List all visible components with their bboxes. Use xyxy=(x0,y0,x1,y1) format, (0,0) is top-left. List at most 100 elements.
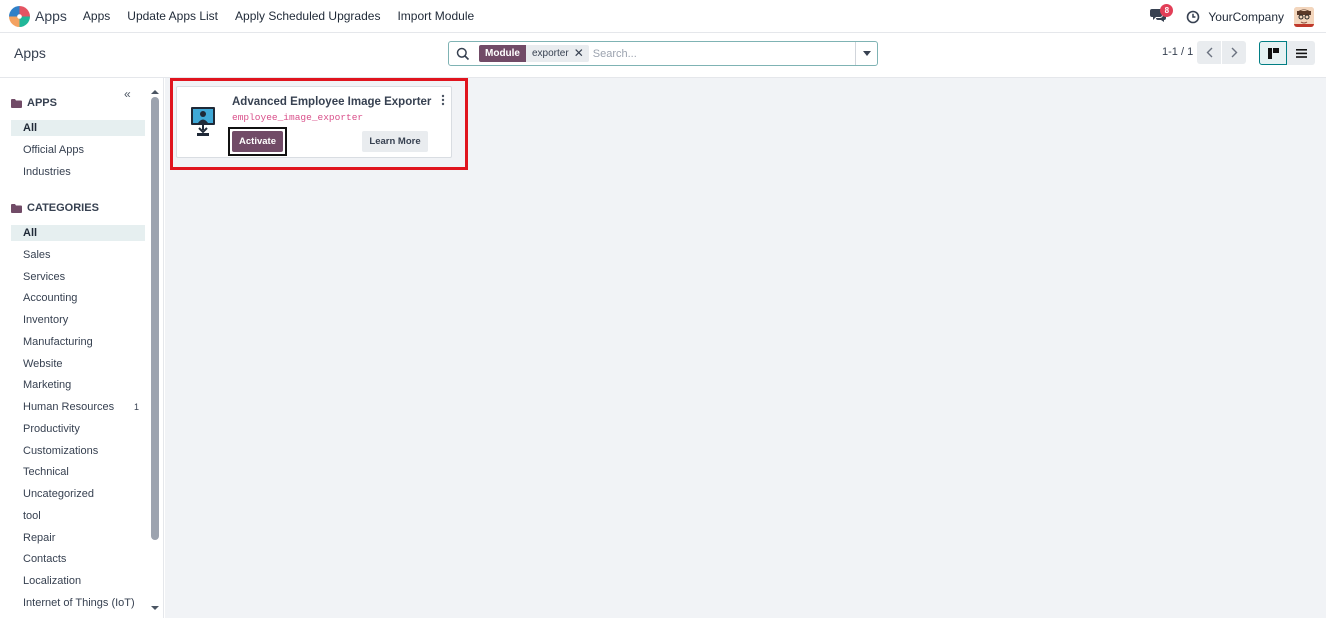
category-label: Productivity xyxy=(23,423,80,435)
apps-filter-industries[interactable]: Industries xyxy=(11,164,145,180)
menu-update-apps-list[interactable]: Update Apps List xyxy=(127,9,218,23)
category-label: tool xyxy=(23,510,41,522)
pager-previous-button[interactable] xyxy=(1197,41,1221,64)
category-count: 1 xyxy=(133,402,139,412)
sidebar-scrollbar-thumb[interactable] xyxy=(151,97,159,540)
module-technical-name: employee_image_exporter xyxy=(232,112,364,123)
category-label: Customizations xyxy=(23,445,99,457)
category-label: Marketing xyxy=(23,379,72,391)
view-switcher xyxy=(1259,41,1315,65)
list-view-button[interactable] xyxy=(1287,41,1315,65)
categories-section-heading: CATEGORIES xyxy=(11,202,99,214)
category-label: Inventory xyxy=(23,314,69,326)
category-label: Uncategorized xyxy=(23,488,94,500)
category-label: Human Resources xyxy=(23,401,115,413)
category-manufacturing[interactable]: Manufacturing xyxy=(11,334,145,350)
apps-heading-label: APPS xyxy=(27,97,57,109)
category-all[interactable]: All xyxy=(11,225,145,241)
menu-apply-scheduled-upgrades[interactable]: Apply Scheduled Upgrades xyxy=(235,9,380,23)
pager-next-button[interactable] xyxy=(1222,41,1246,64)
category-technical[interactable]: Technical xyxy=(11,464,145,480)
category-label: Website xyxy=(23,358,63,370)
apps-filter-all[interactable]: All xyxy=(11,120,145,136)
category-inventory[interactable]: Inventory xyxy=(11,312,145,328)
brand-name: Apps xyxy=(35,8,67,24)
category-accounting[interactable]: Accounting xyxy=(11,290,145,306)
search-icon xyxy=(456,47,470,60)
apps-filter-label: All xyxy=(23,122,38,134)
messages-button[interactable]: 8 xyxy=(1150,3,1174,26)
user-avatar[interactable] xyxy=(1294,6,1314,27)
category-localization[interactable]: Localization xyxy=(11,573,145,589)
list-icon xyxy=(1295,48,1307,58)
category-tool[interactable]: tool xyxy=(11,508,145,524)
collapse-sidebar-icon[interactable]: « xyxy=(124,87,131,101)
kanban-icon xyxy=(1267,47,1279,59)
facet-category: Module xyxy=(479,45,526,62)
category-customizations[interactable]: Customizations xyxy=(11,443,145,459)
category-human-resources[interactable]: Human Resources 1 xyxy=(11,399,145,415)
categories-heading-label: CATEGORIES xyxy=(27,202,99,214)
search-facet: Module exporter ✕ xyxy=(479,45,589,62)
caret-down-icon xyxy=(862,51,871,56)
kebab-menu-icon[interactable] xyxy=(440,94,446,106)
category-productivity[interactable]: Productivity xyxy=(11,421,145,437)
pager-value[interactable]: 1-1 / 1 xyxy=(1162,46,1193,58)
messages-count-badge: 8 xyxy=(1160,3,1174,17)
category-label: Services xyxy=(23,271,66,283)
search-bar[interactable]: Module exporter ✕ xyxy=(448,41,878,66)
facet-remove-icon[interactable]: ✕ xyxy=(574,45,589,62)
category-label: Contacts xyxy=(23,553,67,565)
category-label: All xyxy=(23,227,38,239)
category-repair[interactable]: Repair xyxy=(11,530,145,546)
category-label: Technical xyxy=(23,466,69,478)
apps-filter-official[interactable]: Official Apps xyxy=(11,142,145,158)
kanban-view-button[interactable] xyxy=(1259,41,1287,65)
apps-section-heading: APPS xyxy=(11,97,57,109)
folder-icon xyxy=(11,98,22,108)
menu-import-module[interactable]: Import Module xyxy=(397,9,474,23)
activate-button-focus-outline: Activate xyxy=(228,127,287,156)
activate-button[interactable]: Activate xyxy=(232,131,283,152)
facet-value: exporter xyxy=(532,48,569,59)
category-label: Manufacturing xyxy=(23,336,93,348)
apps-filter-label: Official Apps xyxy=(23,144,84,156)
scroll-up-arrow-icon[interactable] xyxy=(150,88,160,96)
category-label: Repair xyxy=(23,532,56,544)
folder-icon xyxy=(11,203,22,213)
control-panel: Apps Module exporter ✕ 1-1 / 1 xyxy=(0,33,1326,78)
category-iot[interactable]: Internet of Things (IoT) xyxy=(11,595,145,611)
module-icon xyxy=(191,107,215,136)
menu-apps[interactable]: Apps xyxy=(83,9,110,23)
category-website[interactable]: Website xyxy=(11,356,145,372)
pager-buttons xyxy=(1197,41,1246,64)
app-switcher[interactable]: Apps xyxy=(9,5,67,27)
module-title: Advanced Employee Image Exporter xyxy=(232,96,432,108)
category-services[interactable]: Services xyxy=(11,269,145,285)
page-title: Apps xyxy=(14,45,46,61)
search-input[interactable] xyxy=(592,43,855,64)
module-card[interactable]: Advanced Employee Image Exporter employe… xyxy=(176,86,452,158)
category-sales[interactable]: Sales xyxy=(11,247,145,263)
category-marketing[interactable]: Marketing xyxy=(11,377,145,393)
category-label: Localization xyxy=(23,575,82,587)
category-contacts[interactable]: Contacts xyxy=(11,551,145,567)
activity-clock-icon[interactable] xyxy=(1186,10,1200,24)
company-switcher[interactable]: YourCompany xyxy=(1208,10,1284,24)
search-panel: « APPS All Official Apps Industries CATE… xyxy=(0,78,164,618)
category-label: Sales xyxy=(23,249,51,261)
chevron-right-icon xyxy=(1231,47,1237,58)
main-menu: Apps Update Apps List Apply Scheduled Up… xyxy=(83,9,491,23)
category-uncategorized[interactable]: Uncategorized xyxy=(11,486,145,502)
avatar-face-icon xyxy=(1294,6,1314,27)
apps-filter-label: Industries xyxy=(23,166,71,178)
navbar-systray: 8 YourCompany xyxy=(1150,0,1314,33)
category-label: Accounting xyxy=(23,292,78,304)
top-navbar: Apps Apps Update Apps List Apply Schedul… xyxy=(0,0,1326,33)
scroll-down-arrow-icon[interactable] xyxy=(150,604,160,612)
search-options-toggle[interactable] xyxy=(855,42,877,65)
learn-more-button[interactable]: Learn More xyxy=(362,131,428,152)
category-label: Internet of Things (IoT) xyxy=(23,597,135,609)
odoo-logo-icon xyxy=(9,5,30,27)
chevron-left-icon xyxy=(1206,47,1212,58)
